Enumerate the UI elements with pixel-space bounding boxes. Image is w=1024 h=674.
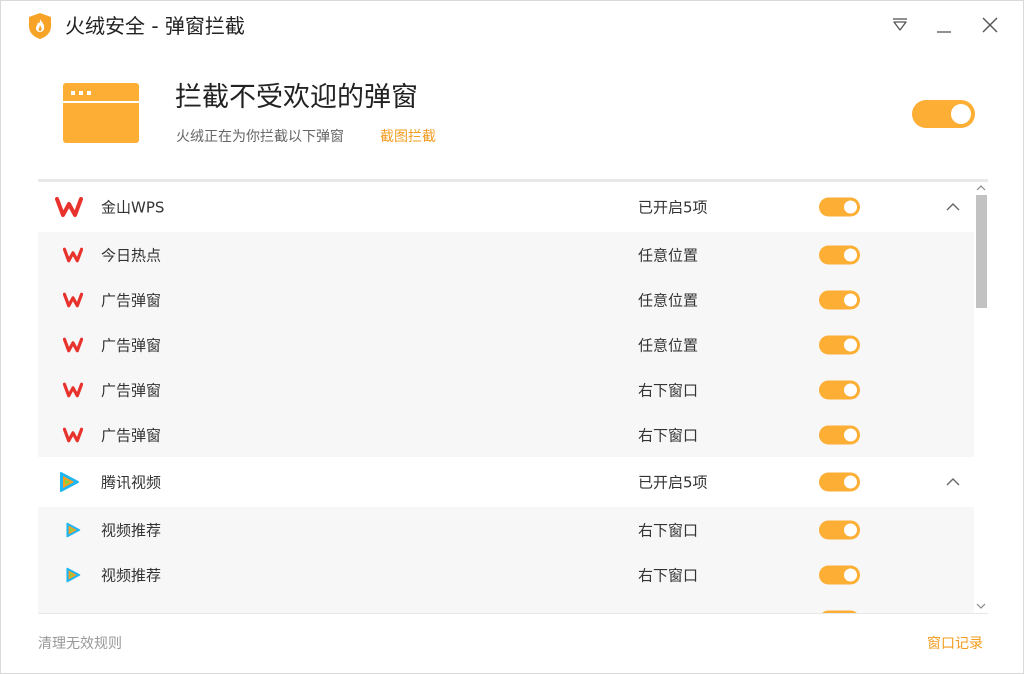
minimize-icon[interactable] bbox=[934, 15, 954, 35]
toggle-knob bbox=[844, 200, 857, 214]
rule-name: 今日热点 bbox=[101, 246, 162, 264]
rule-position: 右下窗口 bbox=[638, 426, 699, 444]
rule-name: 广告弹窗 bbox=[101, 336, 162, 354]
group-row-wps[interactable]: 金山WPS 已开启5项 bbox=[38, 182, 974, 232]
rule-toggle[interactable] bbox=[819, 520, 860, 539]
dropdown-menu-icon[interactable] bbox=[890, 15, 910, 35]
group-status: 已开启5项 bbox=[638, 198, 708, 217]
title-bar: 火绒安全 - 弹窗拦截 bbox=[1, 1, 1023, 51]
scrollbar-thumb[interactable] bbox=[976, 195, 987, 308]
window-records-link[interactable]: 窗口记录 bbox=[927, 635, 983, 653]
group-name: 腾讯视频 bbox=[101, 473, 162, 492]
rule-name: 视频推荐 bbox=[101, 521, 162, 539]
tencent-video-icon bbox=[60, 472, 79, 492]
toggle-knob bbox=[844, 428, 857, 441]
clear-invalid-rules-link[interactable]: 清理无效规则 bbox=[38, 635, 122, 653]
wps-icon bbox=[63, 427, 83, 442]
rule-position: 任意位置 bbox=[638, 246, 699, 264]
toggle-knob bbox=[844, 248, 857, 261]
toggle-knob bbox=[844, 475, 857, 489]
rule-name: 广告弹窗 bbox=[101, 426, 162, 444]
popup-blocker-window: 火绒安全 - 弹窗拦截 拦截不受欢迎的弹窗 火绒正在为你拦截以下弹窗 截图拦截 bbox=[0, 0, 1024, 674]
rule-toggle[interactable] bbox=[819, 380, 860, 399]
popup-window-icon bbox=[63, 83, 139, 143]
group-name: 金山WPS bbox=[101, 198, 165, 217]
scroll-up-arrow-icon[interactable] bbox=[976, 184, 986, 192]
page-description: 火绒正在为你拦截以下弹窗 bbox=[176, 129, 344, 145]
toggle-knob bbox=[844, 383, 857, 396]
rule-row: 今日热点 任意位置 bbox=[38, 232, 974, 277]
rule-position: 右下窗口 bbox=[638, 566, 699, 584]
toggle-knob bbox=[844, 568, 857, 581]
group-toggle[interactable] bbox=[819, 197, 860, 217]
rule-row: 视频推荐 右下窗口 bbox=[38, 552, 974, 597]
tencent-video-icon bbox=[66, 567, 81, 582]
toggle-knob bbox=[844, 338, 857, 351]
wps-icon bbox=[63, 337, 83, 352]
rule-row: 视频推荐 右下窗口 bbox=[38, 507, 974, 552]
screenshot-block-link[interactable]: 截图拦截 bbox=[380, 128, 436, 146]
close-icon[interactable] bbox=[980, 15, 1000, 35]
toggle-knob bbox=[844, 293, 857, 306]
window-title: 火绒安全 - 弹窗拦截 bbox=[65, 14, 245, 38]
rule-row: 广告弹窗 任意位置 bbox=[38, 322, 974, 367]
toggle-knob bbox=[844, 523, 857, 536]
rule-toggle[interactable] bbox=[819, 425, 860, 444]
toggle-knob bbox=[951, 104, 971, 124]
rule-row: 广告弹窗 右下窗口 bbox=[38, 412, 974, 457]
rule-toggle[interactable] bbox=[819, 335, 860, 354]
chevron-up-icon[interactable] bbox=[945, 202, 961, 212]
rule-row: 广告弹窗 右下窗口 bbox=[38, 367, 974, 412]
rule-position: 右下窗口 bbox=[638, 381, 699, 399]
wps-icon bbox=[63, 382, 83, 397]
rule-row-partial bbox=[38, 597, 974, 613]
page-title: 拦截不受欢迎的弹窗 bbox=[175, 82, 418, 113]
tencent-video-icon bbox=[66, 522, 81, 537]
rule-name: 广告弹窗 bbox=[101, 291, 162, 309]
group-status: 已开启5项 bbox=[638, 473, 708, 492]
rule-row: 广告弹窗 任意位置 bbox=[38, 277, 974, 322]
master-toggle[interactable] bbox=[912, 100, 975, 128]
divider bbox=[38, 613, 988, 614]
rule-name: 广告弹窗 bbox=[101, 381, 162, 399]
group-toggle[interactable] bbox=[819, 472, 860, 492]
rule-position: 任意位置 bbox=[638, 291, 699, 309]
wps-icon bbox=[55, 197, 83, 217]
chevron-up-icon[interactable] bbox=[945, 477, 961, 487]
group-row-tencent-video[interactable]: 腾讯视频 已开启5项 bbox=[38, 457, 974, 507]
rule-toggle[interactable] bbox=[819, 290, 860, 309]
rule-toggle[interactable] bbox=[819, 245, 860, 264]
wps-icon bbox=[63, 247, 83, 262]
wps-icon bbox=[63, 292, 83, 307]
rule-toggle[interactable] bbox=[819, 565, 860, 584]
scroll-down-arrow-icon[interactable] bbox=[976, 602, 986, 610]
rule-list: 金山WPS 已开启5项 今日热点 任意位置 广告弹窗 任意位置 广告弹窗 任意位… bbox=[38, 182, 974, 613]
rule-name: 视频推荐 bbox=[101, 566, 162, 584]
rule-position: 任意位置 bbox=[638, 336, 699, 354]
rule-position: 右下窗口 bbox=[638, 521, 699, 539]
huorong-logo-icon bbox=[29, 13, 51, 39]
